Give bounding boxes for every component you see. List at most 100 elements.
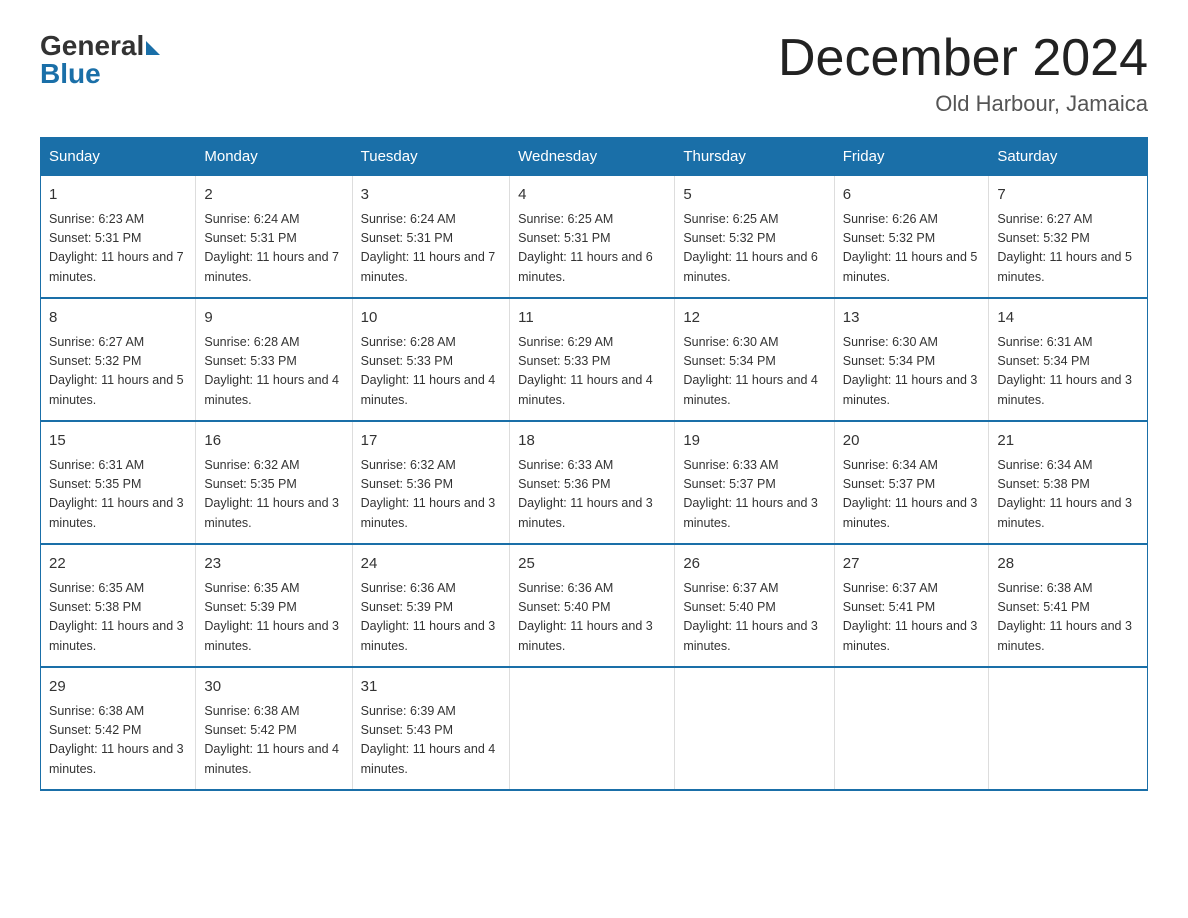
calendar-cell: 27 Sunrise: 6:37 AMSunset: 5:41 PMDayligh… [834, 544, 989, 667]
page-title: December 2024 [778, 30, 1148, 87]
day-number: 30 [204, 676, 343, 699]
calendar-cell: 10 Sunrise: 6:28 AMSunset: 5:33 PMDayligh… [352, 298, 510, 421]
calendar-cell: 30 Sunrise: 6:38 AMSunset: 5:42 PMDayligh… [196, 667, 352, 790]
day-info: Sunrise: 6:27 AMSunset: 5:32 PMDaylight:… [49, 333, 187, 411]
day-number: 28 [997, 553, 1139, 576]
day-info: Sunrise: 6:35 AMSunset: 5:39 PMDaylight:… [204, 579, 343, 657]
title-section: December 2024 Old Harbour, Jamaica [778, 30, 1148, 117]
calendar-cell: 31 Sunrise: 6:39 AMSunset: 5:43 PMDayligh… [352, 667, 510, 790]
calendar-cell: 9 Sunrise: 6:28 AMSunset: 5:33 PMDaylight… [196, 298, 352, 421]
day-info: Sunrise: 6:33 AMSunset: 5:37 PMDaylight:… [683, 456, 825, 534]
day-number: 3 [361, 184, 502, 207]
day-info: Sunrise: 6:31 AMSunset: 5:35 PMDaylight:… [49, 456, 187, 534]
calendar-cell: 25 Sunrise: 6:36 AMSunset: 5:40 PMDayligh… [510, 544, 675, 667]
calendar-week-row: 8 Sunrise: 6:27 AMSunset: 5:32 PMDaylight… [41, 298, 1148, 421]
day-number: 1 [49, 184, 187, 207]
header-friday: Friday [834, 138, 989, 176]
day-number: 16 [204, 430, 343, 453]
calendar-cell: 4 Sunrise: 6:25 AMSunset: 5:31 PMDaylight… [510, 176, 675, 299]
calendar-cell: 29Sunrise: 6:38 AMSunset: 5:42 PMDayligh… [41, 667, 196, 790]
calendar-cell: 8 Sunrise: 6:27 AMSunset: 5:32 PMDaylight… [41, 298, 196, 421]
day-number: 27 [843, 553, 981, 576]
day-info: Sunrise: 6:31 AMSunset: 5:34 PMDaylight:… [997, 333, 1139, 411]
day-info: Sunrise: 6:28 AMSunset: 5:33 PMDaylight:… [204, 333, 343, 411]
day-number: 20 [843, 430, 981, 453]
calendar-cell: 15 Sunrise: 6:31 AMSunset: 5:35 PMDayligh… [41, 421, 196, 544]
calendar-cell: 7Sunrise: 6:27 AMSunset: 5:32 PMDaylight… [989, 176, 1148, 299]
day-number: 23 [204, 553, 343, 576]
day-info: Sunrise: 6:38 AMSunset: 5:42 PMDaylight:… [204, 702, 343, 780]
calendar-cell: 21 Sunrise: 6:34 AMSunset: 5:38 PMDayligh… [989, 421, 1148, 544]
calendar-cell: 11Sunrise: 6:29 AMSunset: 5:33 PMDayligh… [510, 298, 675, 421]
day-info: Sunrise: 6:32 AMSunset: 5:35 PMDaylight:… [204, 456, 343, 534]
header-tuesday: Tuesday [352, 138, 510, 176]
day-number: 14 [997, 307, 1139, 330]
day-number: 17 [361, 430, 502, 453]
day-info: Sunrise: 6:37 AMSunset: 5:40 PMDaylight:… [683, 579, 825, 657]
day-number: 12 [683, 307, 825, 330]
day-info: Sunrise: 6:29 AMSunset: 5:33 PMDaylight:… [518, 333, 666, 411]
day-info: Sunrise: 6:34 AMSunset: 5:38 PMDaylight:… [997, 456, 1139, 534]
day-info: Sunrise: 6:30 AMSunset: 5:34 PMDaylight:… [843, 333, 981, 411]
calendar-header-row: SundayMondayTuesdayWednesdayThursdayFrid… [41, 138, 1148, 176]
calendar-cell [834, 667, 989, 790]
header-sunday: Sunday [41, 138, 196, 176]
day-info: Sunrise: 6:25 AMSunset: 5:31 PMDaylight:… [518, 210, 666, 288]
calendar-cell: 12Sunrise: 6:30 AMSunset: 5:34 PMDayligh… [675, 298, 834, 421]
day-number: 18 [518, 430, 666, 453]
day-info: Sunrise: 6:23 AMSunset: 5:31 PMDaylight:… [49, 210, 187, 288]
day-info: Sunrise: 6:38 AMSunset: 5:42 PMDaylight:… [49, 702, 187, 780]
calendar-cell: 2Sunrise: 6:24 AMSunset: 5:31 PMDaylight… [196, 176, 352, 299]
calendar-week-row: 1 Sunrise: 6:23 AMSunset: 5:31 PMDaylight… [41, 176, 1148, 299]
day-info: Sunrise: 6:26 AMSunset: 5:32 PMDaylight:… [843, 210, 981, 288]
day-info: Sunrise: 6:36 AMSunset: 5:40 PMDaylight:… [518, 579, 666, 657]
day-number: 26 [683, 553, 825, 576]
header-saturday: Saturday [989, 138, 1148, 176]
logo: General Blue [40, 30, 160, 90]
day-info: Sunrise: 6:38 AMSunset: 5:41 PMDaylight:… [997, 579, 1139, 657]
calendar-cell: 26 Sunrise: 6:37 AMSunset: 5:40 PMDayligh… [675, 544, 834, 667]
calendar-cell: 24 Sunrise: 6:36 AMSunset: 5:39 PMDayligh… [352, 544, 510, 667]
header-monday: Monday [196, 138, 352, 176]
calendar-cell [989, 667, 1148, 790]
header-wednesday: Wednesday [510, 138, 675, 176]
day-number: 15 [49, 430, 187, 453]
day-info: Sunrise: 6:35 AMSunset: 5:38 PMDaylight:… [49, 579, 187, 657]
day-number: 9 [204, 307, 343, 330]
calendar-cell: 19 Sunrise: 6:33 AMSunset: 5:37 PMDayligh… [675, 421, 834, 544]
day-number: 31 [361, 676, 502, 699]
calendar-cell: 6 Sunrise: 6:26 AMSunset: 5:32 PMDaylight… [834, 176, 989, 299]
calendar-cell: 16 Sunrise: 6:32 AMSunset: 5:35 PMDayligh… [196, 421, 352, 544]
day-number: 8 [49, 307, 187, 330]
day-info: Sunrise: 6:28 AMSunset: 5:33 PMDaylight:… [361, 333, 502, 411]
day-number: 22 [49, 553, 187, 576]
day-info: Sunrise: 6:39 AMSunset: 5:43 PMDaylight:… [361, 702, 502, 780]
day-number: 5 [683, 184, 825, 207]
day-number: 7 [997, 184, 1139, 207]
calendar-cell: 13 Sunrise: 6:30 AMSunset: 5:34 PMDayligh… [834, 298, 989, 421]
calendar-week-row: 29Sunrise: 6:38 AMSunset: 5:42 PMDayligh… [41, 667, 1148, 790]
day-info: Sunrise: 6:32 AMSunset: 5:36 PMDaylight:… [361, 456, 502, 534]
day-number: 19 [683, 430, 825, 453]
day-info: Sunrise: 6:37 AMSunset: 5:41 PMDaylight:… [843, 579, 981, 657]
calendar-table: SundayMondayTuesdayWednesdayThursdayFrid… [40, 137, 1148, 791]
day-number: 21 [997, 430, 1139, 453]
day-number: 25 [518, 553, 666, 576]
day-number: 10 [361, 307, 502, 330]
calendar-cell: 3Sunrise: 6:24 AMSunset: 5:31 PMDaylight… [352, 176, 510, 299]
calendar-cell: 23 Sunrise: 6:35 AMSunset: 5:39 PMDayligh… [196, 544, 352, 667]
day-info: Sunrise: 6:33 AMSunset: 5:36 PMDaylight:… [518, 456, 666, 534]
calendar-cell: 14 Sunrise: 6:31 AMSunset: 5:34 PMDayligh… [989, 298, 1148, 421]
calendar-cell: 1 Sunrise: 6:23 AMSunset: 5:31 PMDaylight… [41, 176, 196, 299]
calendar-cell: 5Sunrise: 6:25 AMSunset: 5:32 PMDaylight… [675, 176, 834, 299]
day-number: 4 [518, 184, 666, 207]
calendar-cell: 20Sunrise: 6:34 AMSunset: 5:37 PMDayligh… [834, 421, 989, 544]
calendar-cell [675, 667, 834, 790]
day-info: Sunrise: 6:24 AMSunset: 5:31 PMDaylight:… [204, 210, 343, 288]
day-number: 13 [843, 307, 981, 330]
day-number: 6 [843, 184, 981, 207]
day-info: Sunrise: 6:36 AMSunset: 5:39 PMDaylight:… [361, 579, 502, 657]
calendar-week-row: 15 Sunrise: 6:31 AMSunset: 5:35 PMDayligh… [41, 421, 1148, 544]
day-number: 24 [361, 553, 502, 576]
calendar-week-row: 22 Sunrise: 6:35 AMSunset: 5:38 PMDayligh… [41, 544, 1148, 667]
